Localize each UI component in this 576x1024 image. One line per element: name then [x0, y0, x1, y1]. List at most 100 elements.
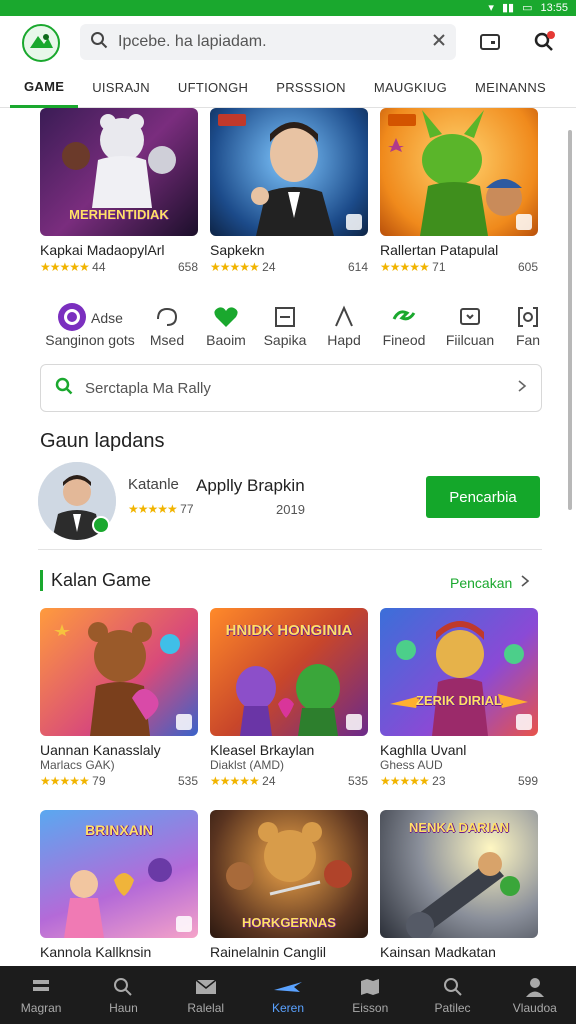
category-item[interactable]: Fineod [380, 304, 428, 356]
rating-stars: ★★★★★ [128, 502, 178, 516]
game-card[interactable]: MERHENTIDIAK Kapkai MadaopylArl ★★★★★ 44… [40, 108, 198, 274]
panel-icon [273, 305, 297, 332]
category-label: Fan [515, 332, 541, 348]
game-card[interactable]: Rallertan Patapulal ★★★★★ 71 605 [380, 108, 538, 274]
verified-icon [92, 516, 110, 534]
category-item[interactable]: Baoim [204, 304, 248, 356]
game-card[interactable]: ZERIK DIRIAL Kaghlla Uvanl Ghess AUD ★★★… [380, 608, 538, 788]
game-count: 535 [347, 774, 368, 788]
game-card[interactable]: BRINXAIN Kannola Kallknsin [40, 810, 198, 960]
tab-3[interactable]: UFTIONGH [164, 68, 262, 108]
status-bar: ▾ ▮▮ ▭ 13:55 [0, 0, 576, 16]
nav-item-1[interactable]: Magran [3, 975, 79, 1015]
category-item[interactable]: Fiilcuan [442, 304, 498, 356]
game-art-title: HORKGERNAS [242, 915, 336, 930]
see-all-link[interactable]: Pencakan [450, 574, 530, 591]
tab-4[interactable]: PRSSSION [262, 68, 360, 108]
swirl-icon [154, 305, 180, 332]
nav-label: Keren [271, 1001, 304, 1015]
install-button[interactable]: Pencarbia [426, 476, 540, 518]
person-icon [525, 976, 545, 1001]
game-rating: 44 [92, 260, 106, 274]
tab-2[interactable]: UISRAJN [78, 68, 164, 108]
featured-year: 2019 [276, 502, 305, 517]
game-rating: 71 [432, 260, 446, 274]
game-rating: 24 [262, 774, 276, 788]
secondary-search[interactable]: Serctapla Ma Rally [40, 364, 542, 412]
game-count: 535 [177, 774, 198, 788]
featured-row: Katanle Applly Brapkin ★★★★★ 77 2019 Pen… [38, 462, 542, 542]
ad-badge [346, 714, 362, 730]
nav-item-6[interactable]: Patilec [415, 975, 491, 1015]
menu-icon [30, 977, 52, 1000]
ad-badge [176, 714, 192, 730]
see-all-label: Pencakan [450, 574, 513, 591]
category-row: Adse Sanginon gots Msed Baoim Sapika Hap… [40, 302, 570, 356]
rating-stars: ★★★★★ [40, 774, 90, 788]
category-item[interactable]: Hapd [322, 304, 366, 356]
tab-game[interactable]: GAME [10, 68, 79, 108]
battery-icon: ▭ [522, 2, 533, 14]
game-card[interactable]: HORKGERNAS Rainelalnin Canglil [210, 810, 368, 960]
featured-title: Applly Brapkin [196, 476, 305, 495]
game-thumbnail: MERHENTIDIAK [40, 108, 198, 236]
wallet-icon[interactable] [476, 28, 504, 56]
game-subtitle: Ghess AUD [380, 758, 443, 772]
rating-stars: ★★★★★ [210, 260, 260, 274]
game-card[interactable]: NENKA DARIAN Kainsan Madkatan [380, 810, 538, 960]
game-art-title: ZERIK DIRIAL [416, 693, 502, 708]
bottom-navigation: Magran Haun Ralelal Keren Eisson Patilec… [0, 966, 576, 1024]
game-subtitle: Marlacs GAK) [40, 758, 115, 772]
ad-badge [176, 916, 192, 932]
tab-6[interactable]: MEINANNS [461, 68, 560, 108]
game-card[interactable]: HNIDK HONGINIA Kleasel Brkaylan Diaklst … [210, 608, 368, 788]
section-title: Kalan Game [40, 570, 151, 591]
green-swirl-icon [391, 305, 417, 332]
category-label: Msed [149, 332, 185, 348]
category-label: Fineod [382, 332, 426, 348]
status-time: 13:55 [540, 1, 568, 14]
game-title: Rallertan Patapulal [380, 242, 499, 258]
search-input[interactable]: Ipcebe. ha lapiadam. [118, 33, 432, 51]
game-art-title: MERHENTIDIAK [69, 207, 169, 222]
search-icon [112, 976, 134, 1001]
game-thumbnail [40, 608, 198, 736]
search-bar[interactable]: Ipcebe. ha lapiadam. [80, 24, 456, 60]
notification-search-icon[interactable] [530, 28, 558, 56]
signal-icon: ▮▮ [501, 2, 515, 14]
bracket-icon [516, 305, 540, 332]
nav-item-2[interactable]: Haun [85, 975, 161, 1015]
game-card[interactable]: Uannan Kanasslaly Marlacs GAK) ★★★★★ 79 5… [40, 608, 198, 788]
game-title: Kannola Kallknsin [40, 944, 152, 960]
scrollbar[interactable] [568, 130, 572, 510]
clear-icon[interactable] [432, 33, 446, 52]
game-count: 599 [517, 774, 538, 788]
category-item[interactable]: Fan [510, 304, 546, 356]
game-thumbnail [210, 108, 368, 236]
category-item[interactable]: Sapika [260, 304, 310, 356]
heart-icon [213, 305, 239, 332]
category-item[interactable]: Adse Sanginon gots [40, 302, 140, 356]
main-content: MERHENTIDIAK Kapkai MadaopylArl ★★★★★ 44… [0, 108, 576, 966]
app-logo[interactable] [22, 24, 60, 62]
nav-item-7[interactable]: Vlaudoa [497, 975, 573, 1015]
nav-label: Ralelal [187, 1001, 225, 1015]
triangle-icon [332, 305, 356, 332]
game-card[interactable]: Sapkekn ★★★★★ 24 614 [210, 108, 368, 274]
nav-item-5[interactable]: Eisson [332, 975, 408, 1015]
plane-icon [272, 978, 304, 999]
category-item[interactable]: Msed [140, 304, 194, 356]
nav-label: Vlaudoa [512, 1001, 557, 1015]
game-title: Kaghlla Uvanl [380, 742, 467, 758]
tab-5[interactable]: MAUGKIUG [360, 68, 461, 108]
rating-stars: ★★★★★ [210, 774, 260, 788]
category-label: Sapika [263, 332, 307, 348]
category-label: Fiilcuan [445, 332, 495, 348]
category-label: Baoim [206, 332, 246, 348]
screen-icon [458, 305, 482, 332]
game-count: 605 [517, 260, 538, 274]
game-rating: 23 [432, 774, 446, 788]
divider [38, 549, 542, 550]
nav-item-4[interactable]: Keren [250, 975, 326, 1015]
nav-item-3[interactable]: Ralelal [168, 975, 244, 1015]
